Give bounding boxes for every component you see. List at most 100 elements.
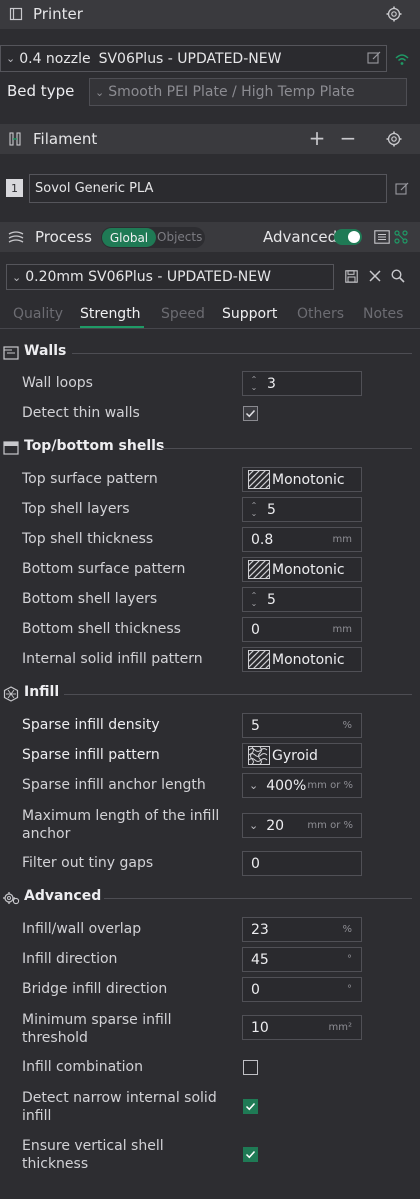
infill-wall-overlap-input[interactable]: 23 % [242, 917, 362, 942]
close-icon[interactable] [367, 268, 383, 284]
checkmark-icon [245, 409, 256, 418]
bridge-infill-direction-value: 0 [251, 981, 260, 998]
advanced-title: Advanced [24, 888, 102, 904]
sparse-infill-density-input[interactable]: 5 % [242, 713, 362, 738]
stepper-arrows-icon[interactable]: ⌃ ⌄ [247, 591, 261, 608]
bottom-shell-thickness-input[interactable]: 0 mm [242, 617, 362, 642]
global-objects-toggle[interactable]: Global Objects [101, 227, 205, 248]
filament-combo[interactable]: Sovol Generic PLA [29, 174, 387, 203]
min-sparse-infill-threshold-input[interactable]: 10 mm² [242, 1015, 362, 1040]
top-shell-layers-value: 5 [267, 501, 276, 518]
filament-title: Filament [33, 130, 98, 148]
filter-tiny-gaps-input[interactable]: 0 [242, 851, 362, 876]
add-filament-plus-icon[interactable]: + [308, 126, 326, 150]
stepper-arrows-icon[interactable]: ⌃ ⌄ [247, 375, 261, 392]
internal-solid-infill-pattern-select[interactable]: Monotonic [242, 647, 362, 672]
filament-slot-badge[interactable]: 1 [6, 179, 23, 197]
top-shell-layers-stepper[interactable]: ⌃ ⌄ 5 [242, 497, 362, 522]
filament-edit-icon[interactable] [394, 181, 410, 197]
tab-strength[interactable]: Strength [80, 306, 141, 322]
infill-title: Infill [24, 684, 60, 700]
section-advanced: Advanced [0, 888, 420, 908]
printer-preset-combo[interactable]: ⌄ 0.4 nozzle SV06Plus - UPDATED-NEW [0, 45, 387, 72]
unit-label: ° [347, 984, 352, 995]
stepper-arrows-icon[interactable]: ⌃ ⌄ [247, 501, 261, 518]
section-top-bottom-shells: Top/bottom shells [0, 438, 420, 458]
monotonic-pattern-icon [248, 650, 270, 669]
advanced-label: Advanced [263, 228, 338, 246]
sparse-infill-density-label: Sparse infill density [22, 717, 160, 733]
nozzle-label: 0.4 nozzle [19, 50, 91, 67]
infill-icon [3, 686, 19, 702]
sparse-infill-pattern-value: Gyroid [272, 747, 318, 764]
sparse-infill-anchor-length-combo[interactable]: ⌄ 400% mm or % [242, 773, 362, 798]
wall-loops-value: 3 [267, 375, 276, 392]
infill-direction-value: 45 [251, 951, 269, 968]
chevron-down-icon: ⌄ [6, 52, 16, 65]
tabs-divider [0, 328, 420, 329]
toggle-objects[interactable]: Objects [157, 230, 202, 244]
bed-type-combo[interactable]: ⌄ Smooth PEI Plate / High Temp Plate [89, 78, 407, 106]
bottom-shell-layers-label: Bottom shell layers [22, 591, 158, 607]
ensure-vertical-shell-thickness-checkbox[interactable] [243, 1147, 258, 1162]
bottom-shell-thickness-label: Bottom shell thickness [22, 621, 181, 637]
tab-notes[interactable]: Notes [363, 306, 403, 322]
bottom-shell-layers-value: 5 [267, 591, 276, 608]
section-infill: Infill [0, 684, 420, 704]
sparse-infill-anchor-length-value: 400% [266, 777, 307, 794]
tab-speed[interactable]: Speed [161, 306, 205, 322]
detect-narrow-internal-solid-infill-checkbox[interactable] [243, 1099, 258, 1114]
top-shell-thickness-input[interactable]: 0.8 mm [242, 527, 362, 552]
tab-support[interactable]: Support [222, 306, 277, 322]
wifi-icon[interactable] [394, 51, 410, 67]
infill-wall-overlap-value: 23 [251, 921, 269, 938]
checkmark-icon [245, 1102, 256, 1111]
gyroid-pattern-icon [248, 746, 270, 765]
detect-thin-walls-label: Detect thin walls [22, 405, 140, 421]
infill-combination-checkbox[interactable] [243, 1060, 258, 1075]
remove-filament-minus-icon[interactable]: − [339, 126, 357, 150]
chevron-down-icon: ⌄ [12, 270, 22, 284]
chevron-down-icon[interactable]: ⌄ [249, 819, 258, 832]
process-preset-combo[interactable]: ⌄ 0.20mm SV06Plus - UPDATED-NEW [6, 264, 334, 290]
unit-label: % [342, 924, 352, 935]
process-layers-icon [7, 229, 25, 245]
monotonic-pattern-icon [248, 560, 270, 579]
filament-name: Sovol Generic PLA [35, 181, 154, 196]
bottom-shell-thickness-value: 0 [251, 621, 260, 638]
detect-narrow-internal-solid-infill-label: Detect narrow internal solid infill [22, 1090, 217, 1124]
infill-direction-label: Infill direction [22, 951, 118, 967]
printer-settings-gear-icon[interactable] [385, 5, 403, 23]
top-surface-pattern-select[interactable]: Monotonic [242, 467, 362, 492]
tab-others[interactable]: Others [297, 306, 344, 322]
max-infill-anchor-length-label: Maximum length of the infill anchor [22, 808, 220, 842]
bridge-infill-direction-label: Bridge infill direction [22, 981, 168, 997]
search-icon[interactable] [390, 268, 406, 284]
min-sparse-infill-threshold-label: Minimum sparse infill threshold [22, 1012, 172, 1046]
advanced-toggle-switch[interactable] [334, 229, 362, 245]
infill-direction-input[interactable]: 45 ° [242, 947, 362, 972]
wall-loops-stepper[interactable]: ⌃ ⌄ 3 [242, 371, 362, 396]
edit-icon[interactable] [366, 50, 382, 66]
connect-nodes-icon[interactable] [393, 229, 409, 245]
process-preset-name: 0.20mm SV06Plus - UPDATED-NEW [25, 269, 271, 285]
bridge-infill-direction-input[interactable]: 0 ° [242, 977, 362, 1002]
bed-type-label: Bed type [7, 82, 75, 100]
filament-settings-gear-icon[interactable] [385, 130, 403, 148]
unit-label: % [342, 720, 352, 731]
chevron-down-icon[interactable]: ⌄ [249, 779, 258, 792]
section-divider [104, 898, 412, 899]
sparse-infill-pattern-label: Sparse infill pattern [22, 747, 160, 763]
section-divider [72, 353, 412, 354]
toggle-global[interactable]: Global [102, 228, 156, 247]
sparse-infill-pattern-select[interactable]: Gyroid [242, 743, 362, 768]
list-compare-icon[interactable] [373, 229, 391, 245]
unit-label: ° [347, 954, 352, 965]
bottom-shell-layers-stepper[interactable]: ⌃ ⌄ 5 [242, 587, 362, 612]
sparse-infill-density-value: 5 [251, 717, 260, 734]
max-infill-anchor-length-combo[interactable]: ⌄ 20 mm or % [242, 813, 362, 838]
bottom-surface-pattern-select[interactable]: Monotonic [242, 557, 362, 582]
detect-thin-walls-checkbox[interactable] [243, 406, 258, 421]
save-icon[interactable] [343, 268, 359, 284]
tab-quality[interactable]: Quality [13, 306, 63, 322]
